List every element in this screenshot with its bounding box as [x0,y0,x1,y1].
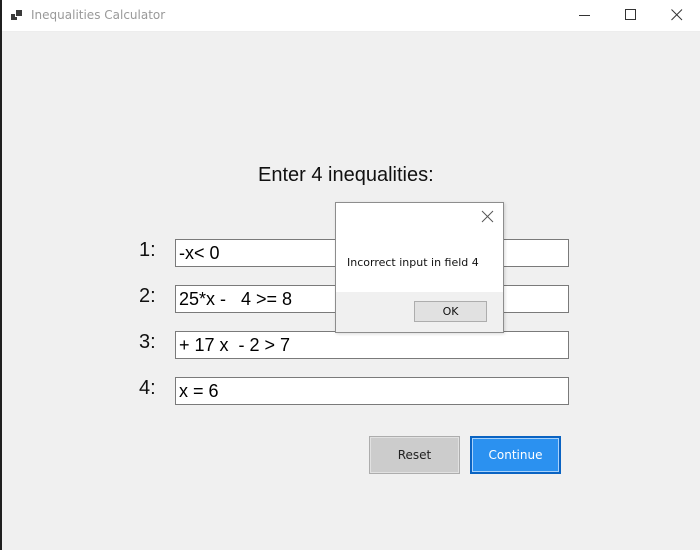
row-label-4: 4: [139,377,156,399]
maximize-icon [625,9,636,20]
close-icon [671,9,683,21]
dialog-close-button[interactable] [480,209,496,225]
close-icon [481,210,494,223]
close-button[interactable] [654,0,700,31]
dialog-footer: OK [336,292,503,332]
app-icon [11,9,24,21]
desktop-edge [0,0,2,550]
row-label-1: 1: [139,239,156,261]
maximize-button[interactable] [608,0,654,31]
title-bar: Inequalities Calculator [2,0,700,32]
inequality-field-4[interactable]: x = 6 [175,377,569,405]
minimize-icon [579,15,590,16]
dialog-message: Incorrect input in field 4 [347,256,479,269]
page-heading: Enter 4 inequalities: [258,164,434,186]
error-dialog: Incorrect input in field 4 OK [335,202,504,333]
row-label-2: 2: [139,285,156,307]
window-title: Inequalities Calculator [31,8,166,22]
ok-button[interactable]: OK [414,301,487,322]
continue-button[interactable]: Continue [470,436,561,474]
inequality-field-3[interactable]: + 17 x - 2 > 7 [175,331,569,359]
reset-button[interactable]: Reset [369,436,460,474]
minimize-button[interactable] [562,0,608,31]
row-label-3: 3: [139,331,156,353]
